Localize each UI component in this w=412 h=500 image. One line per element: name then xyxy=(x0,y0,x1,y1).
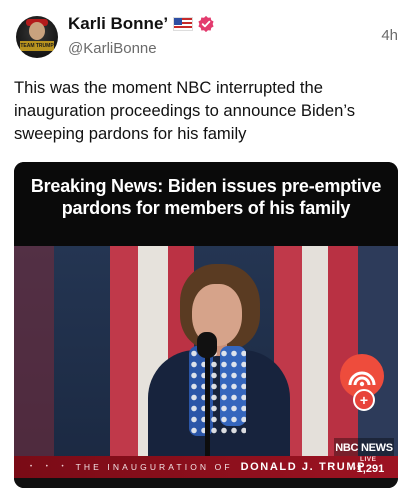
video-bottom-strip xyxy=(14,478,398,488)
avatar-banner-text: TEAM TRUMP xyxy=(20,41,54,51)
avatar[interactable]: TEAM TRUMP xyxy=(16,16,58,58)
post-header: TEAM TRUMP Karli Bonne’ @KarliBonne 4h xyxy=(14,12,398,72)
display-name[interactable]: Karli Bonne’ xyxy=(68,14,168,34)
lower-third-stars: • • • xyxy=(30,464,70,470)
scarf-pattern xyxy=(189,348,246,434)
post-timestamp: 4h xyxy=(381,27,398,44)
flag-stripe xyxy=(110,246,138,464)
verified-badge-icon xyxy=(198,15,214,33)
flag-stripe xyxy=(302,246,328,464)
lower-third-banner: • • • THE INAUGURATION OF DONALD J. TRUM… xyxy=(14,456,398,478)
avatar-face xyxy=(29,22,45,40)
microphone-stand xyxy=(205,354,210,464)
live-viewer-count: ·1,291 xyxy=(353,463,385,475)
video-player[interactable]: Breaking News: Biden issues pre-emptive … xyxy=(14,162,398,488)
video-scene xyxy=(14,246,398,464)
name-row: Karli Bonne’ xyxy=(68,14,215,34)
nbc-news-logo: NBC NEWS xyxy=(334,438,394,458)
lower-third-name: DONALD J. TRUMP xyxy=(240,461,367,473)
microphone-icon xyxy=(197,332,217,358)
live-label: LIVE xyxy=(360,456,377,463)
rainbow-arcs-icon xyxy=(348,371,376,387)
us-flag-icon xyxy=(173,17,194,31)
follow-plus-button[interactable]: + xyxy=(353,389,375,411)
backdrop-stripe xyxy=(14,246,54,464)
video-headline: Breaking News: Biden issues pre-emptive … xyxy=(14,162,398,246)
post-text: This was the moment NBC interrupted the … xyxy=(14,78,356,143)
lower-third-prefix: THE INAUGURATION OF xyxy=(75,462,233,472)
user-handle[interactable]: @KarliBonne xyxy=(68,40,157,57)
